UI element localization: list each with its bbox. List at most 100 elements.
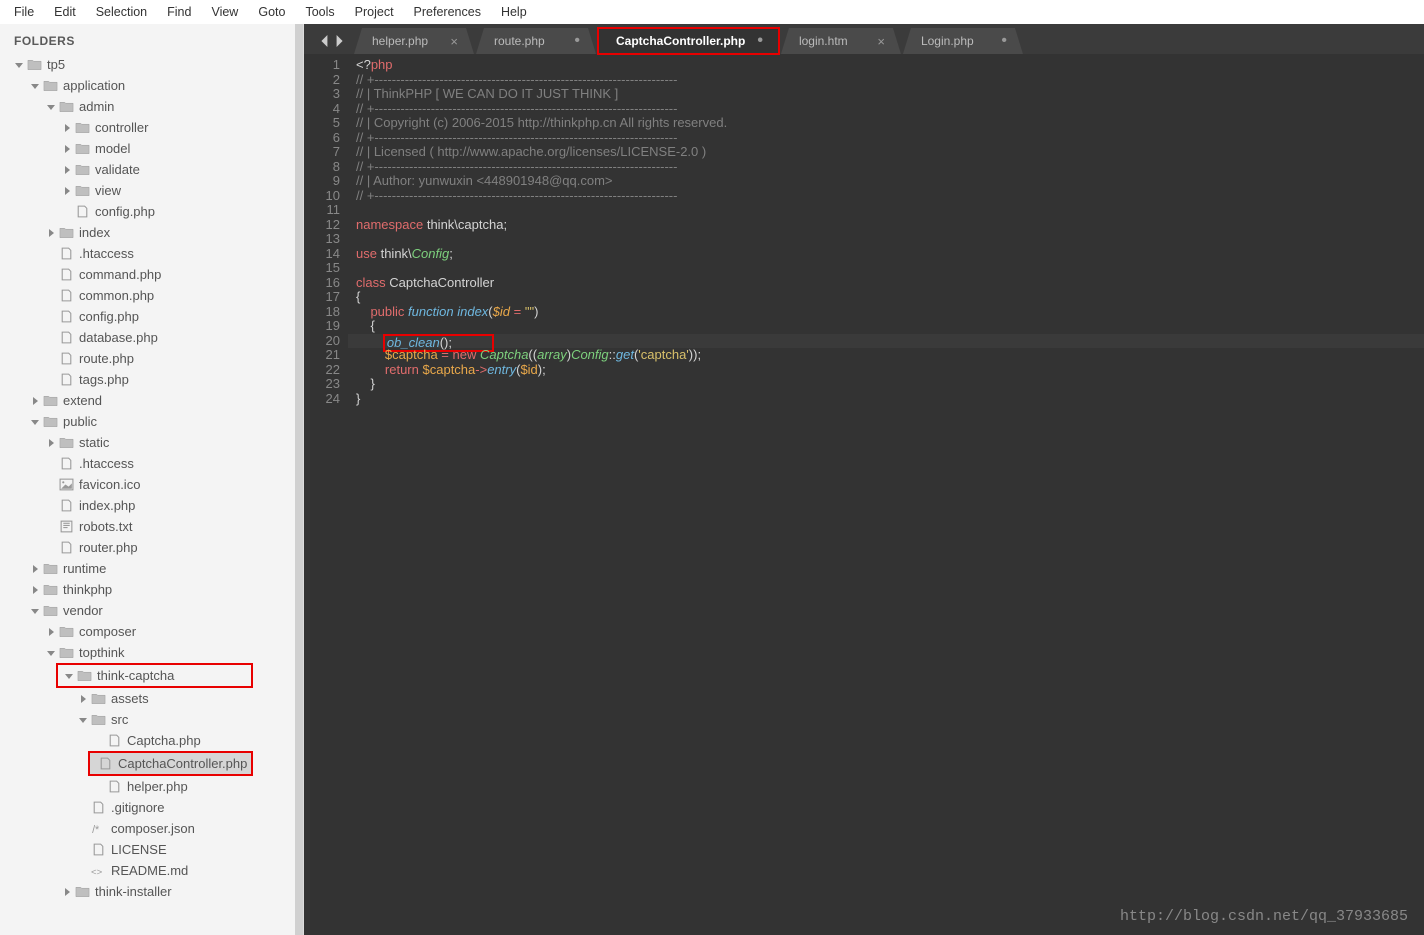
- folder-item[interactable]: runtime: [0, 558, 303, 579]
- expand-arrow-icon[interactable]: [30, 564, 40, 574]
- expand-arrow-icon[interactable]: [30, 81, 40, 91]
- expand-arrow-icon[interactable]: [46, 228, 56, 238]
- expand-arrow-icon[interactable]: [30, 417, 40, 427]
- code-editor[interactable]: 123456789101112131415161718192021222324 …: [304, 54, 1424, 935]
- expand-arrow-icon[interactable]: [62, 887, 72, 897]
- expand-arrow-icon[interactable]: [30, 606, 40, 616]
- folder-item[interactable]: index: [0, 222, 303, 243]
- menu-tools[interactable]: Tools: [295, 5, 344, 19]
- expand-arrow-icon[interactable]: [62, 165, 72, 175]
- menu-preferences[interactable]: Preferences: [404, 5, 491, 19]
- file-item[interactable]: common.php: [0, 285, 303, 306]
- file-icon: [90, 801, 106, 815]
- file-item[interactable]: /*composer.json: [0, 818, 303, 839]
- tree-label: .htaccess: [79, 456, 134, 471]
- expand-arrow-icon[interactable]: [62, 123, 72, 133]
- menu-edit[interactable]: Edit: [44, 5, 86, 19]
- folder-item[interactable]: admin: [0, 96, 303, 117]
- file-item[interactable]: Captcha.php: [0, 730, 303, 751]
- file-item[interactable]: index.php: [0, 495, 303, 516]
- tree-label: favicon.ico: [79, 477, 140, 492]
- menu-goto[interactable]: Goto: [248, 5, 295, 19]
- file-item[interactable]: route.php: [0, 348, 303, 369]
- tree-label: vendor: [63, 603, 103, 618]
- tab-route-php[interactable]: route.php•: [476, 28, 596, 54]
- file-icon: [58, 310, 74, 324]
- file-icon: /*: [90, 822, 106, 836]
- folder-icon: [58, 100, 74, 114]
- folder-item[interactable]: extend: [0, 390, 303, 411]
- tab-helper-php[interactable]: helper.php×: [354, 28, 474, 54]
- expand-arrow-icon[interactable]: [46, 648, 56, 658]
- expand-arrow-icon[interactable]: [46, 102, 56, 112]
- file-item[interactable]: tags.php: [0, 369, 303, 390]
- expand-arrow-icon[interactable]: [64, 671, 74, 681]
- file-item[interactable]: <>README.md: [0, 860, 303, 881]
- folder-item[interactable]: src: [0, 709, 303, 730]
- folder-item[interactable]: static: [0, 432, 303, 453]
- tab-CaptchaController-php[interactable]: CaptchaController.php•: [598, 28, 779, 54]
- folder-item[interactable]: view: [0, 180, 303, 201]
- menu-help[interactable]: Help: [491, 5, 537, 19]
- file-item[interactable]: config.php: [0, 306, 303, 327]
- tree-label: Captcha.php: [127, 733, 201, 748]
- folder-item[interactable]: composer: [0, 621, 303, 642]
- file-item[interactable]: command.php: [0, 264, 303, 285]
- menu-view[interactable]: View: [201, 5, 248, 19]
- close-icon[interactable]: ×: [865, 34, 885, 49]
- scrollbar[interactable]: [295, 24, 303, 935]
- folder-item[interactable]: assets: [0, 688, 303, 709]
- tree-label: composer: [79, 624, 136, 639]
- code-content[interactable]: <?php// +-------------------------------…: [348, 54, 1424, 935]
- expand-arrow-icon[interactable]: [30, 396, 40, 406]
- menu-find[interactable]: Find: [157, 5, 201, 19]
- menu-file[interactable]: File: [4, 5, 44, 19]
- folder-item[interactable]: controller: [0, 117, 303, 138]
- expand-arrow-icon[interactable]: [62, 144, 72, 154]
- tab-login-htm[interactable]: login.htm×: [781, 28, 901, 54]
- folders-title: FOLDERS: [0, 24, 303, 54]
- folder-icon: [42, 415, 58, 429]
- expand-arrow-icon[interactable]: [14, 60, 24, 70]
- folder-item[interactable]: think-installer: [0, 881, 303, 902]
- tab-Login-php[interactable]: Login.php•: [903, 28, 1023, 54]
- tree-label: tp5: [47, 57, 65, 72]
- tab-label: CaptchaController.php: [616, 34, 745, 48]
- file-item[interactable]: config.php: [0, 201, 303, 222]
- file-item[interactable]: .gitignore: [0, 797, 303, 818]
- close-icon[interactable]: ×: [438, 34, 458, 49]
- file-item[interactable]: .htaccess: [0, 243, 303, 264]
- folder-item[interactable]: tp5: [0, 54, 303, 75]
- folder-item[interactable]: model: [0, 138, 303, 159]
- tab-label: Login.php: [921, 34, 974, 48]
- file-item[interactable]: .htaccess: [0, 453, 303, 474]
- file-item[interactable]: LICENSE: [0, 839, 303, 860]
- folder-item[interactable]: vendor: [0, 600, 303, 621]
- folder-item[interactable]: public: [0, 411, 303, 432]
- file-item[interactable]: favicon.ico: [0, 474, 303, 495]
- menu-selection[interactable]: Selection: [86, 5, 157, 19]
- folder-item[interactable]: thinkphp: [0, 579, 303, 600]
- file-item[interactable]: helper.php: [0, 776, 303, 797]
- tab-nav-arrows[interactable]: [310, 28, 354, 54]
- tree-label: command.php: [79, 267, 161, 282]
- expand-arrow-icon[interactable]: [30, 585, 40, 595]
- expand-arrow-icon[interactable]: [46, 627, 56, 637]
- expand-arrow-icon[interactable]: [62, 186, 72, 196]
- folder-item[interactable]: validate: [0, 159, 303, 180]
- folder-item[interactable]: application: [0, 75, 303, 96]
- file-item[interactable]: robots.txt: [0, 516, 303, 537]
- tree-label: public: [63, 414, 97, 429]
- file-item[interactable]: router.php: [0, 537, 303, 558]
- folder-icon: [58, 625, 74, 639]
- file-item[interactable]: database.php: [0, 327, 303, 348]
- folder-item[interactable]: topthink: [0, 642, 303, 663]
- folder-item[interactable]: think-captcha: [58, 665, 251, 686]
- tree-label: src: [111, 712, 128, 727]
- tab-label: route.php: [494, 34, 545, 48]
- expand-arrow-icon[interactable]: [78, 694, 88, 704]
- expand-arrow-icon[interactable]: [78, 715, 88, 725]
- menu-project[interactable]: Project: [345, 5, 404, 19]
- expand-arrow-icon[interactable]: [46, 438, 56, 448]
- file-item[interactable]: CaptchaController.php: [90, 753, 251, 774]
